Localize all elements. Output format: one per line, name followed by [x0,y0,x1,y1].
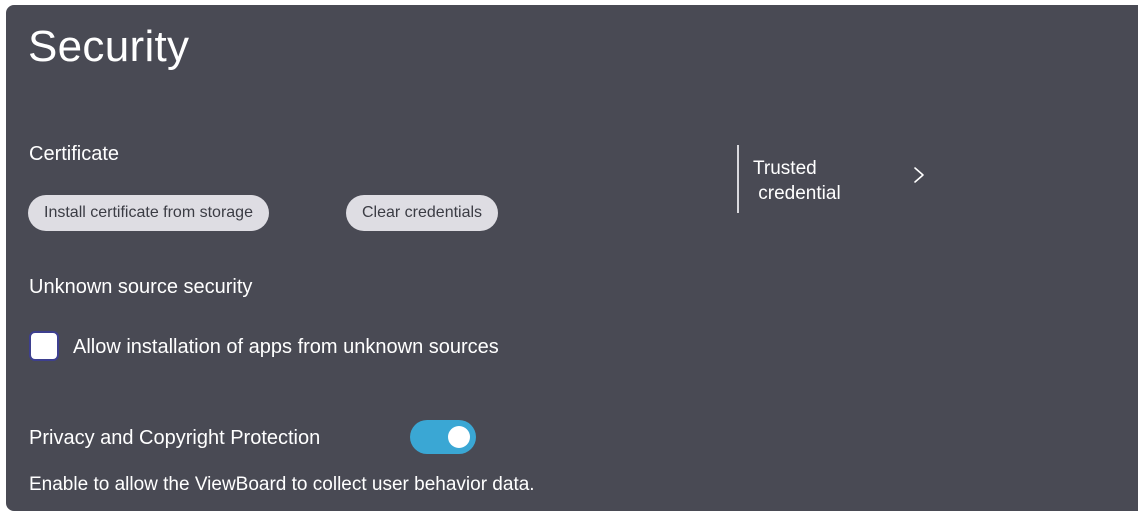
vertical-divider [737,145,739,213]
privacy-heading: Privacy and Copyright Protection [29,427,321,449]
security-panel: Security Certificate Install certificate… [6,5,1138,511]
privacy-description: Enable to allow the ViewBoard to collect… [29,474,535,495]
clear-credentials-button[interactable]: Clear credentials [346,195,499,231]
unknown-sources-checkbox-label: Allow installation of apps from unknown … [73,336,499,358]
page-title: Security [28,22,190,71]
certificate-heading: Certificate [29,143,120,165]
trusted-credential-item[interactable]: Trusted credential [748,153,948,207]
trusted-credential-label: Trusted credential [753,158,841,204]
privacy-toggle[interactable] [410,420,476,454]
unknown-source-heading: Unknown source security [29,276,253,298]
toggle-knob [448,426,470,448]
unknown-sources-checkbox[interactable] [29,331,59,361]
chevron-right-icon [914,167,924,183]
install-certificate-button[interactable]: Install certificate from storage [28,195,269,231]
